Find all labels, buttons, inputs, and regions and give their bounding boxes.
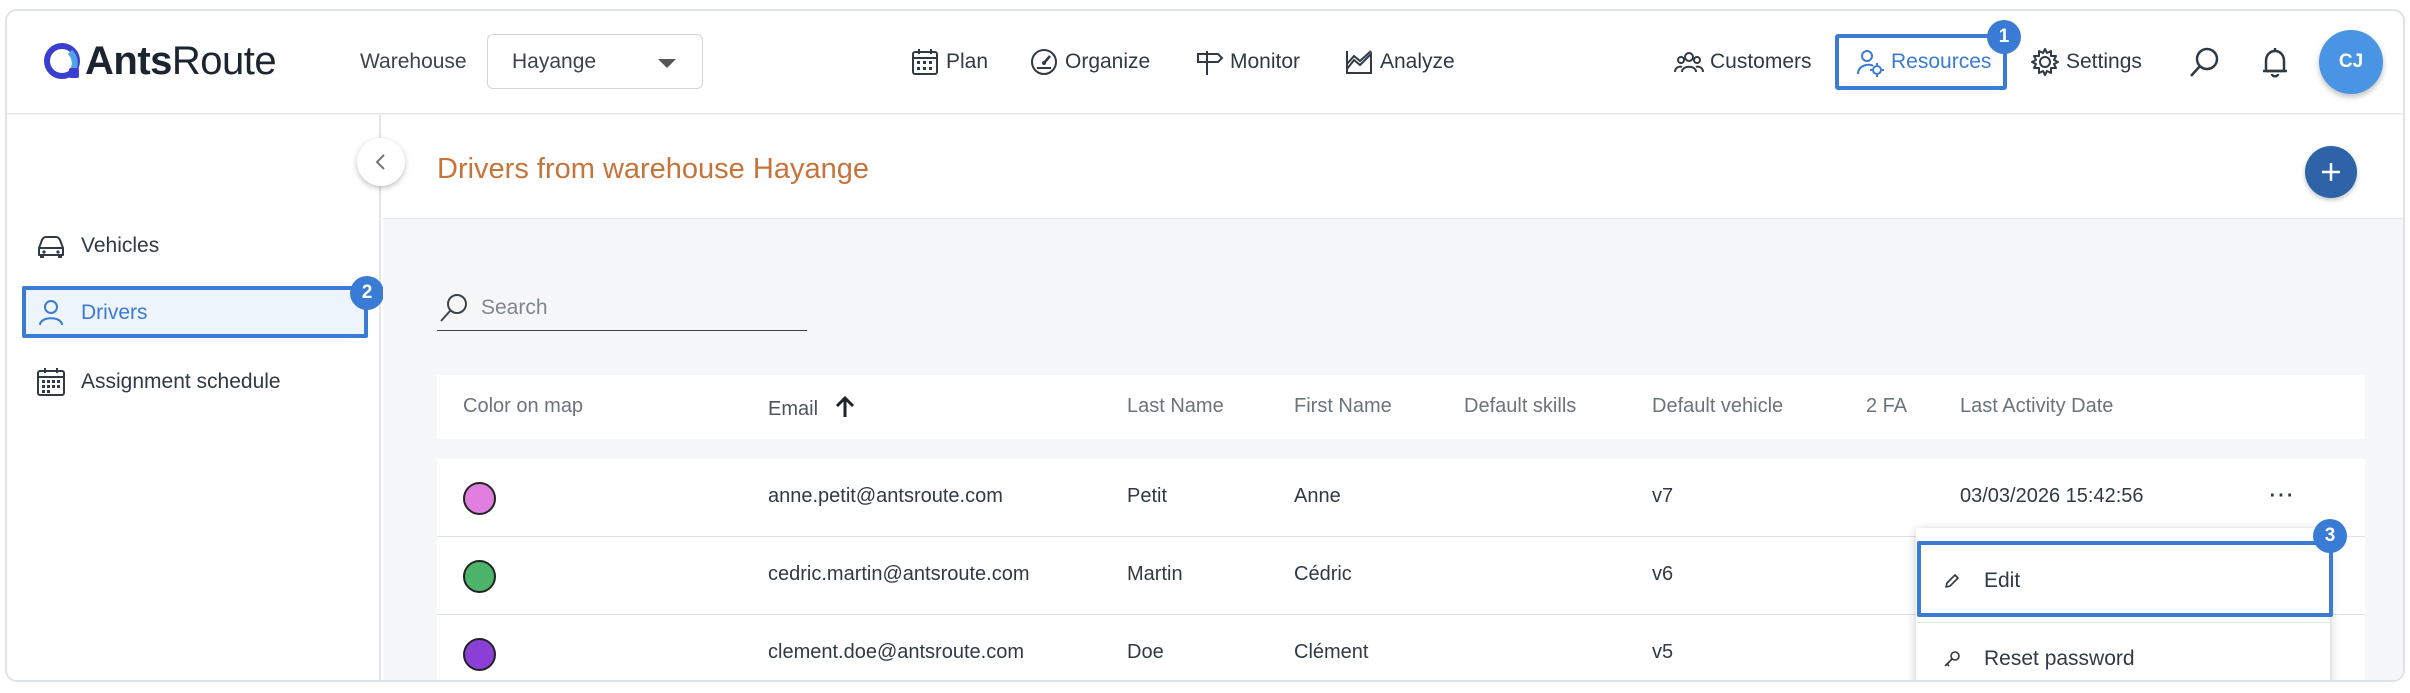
column-color-on-map[interactable]: Color on map xyxy=(463,395,583,418)
nav-analyze[interactable]: Analyze xyxy=(1344,37,1455,87)
sidebar-item-vehicles[interactable]: Vehicles xyxy=(35,223,159,269)
chart-area-icon xyxy=(1346,50,1372,74)
car-icon xyxy=(38,236,64,258)
sidebar-item-vehicles-label: Vehicles xyxy=(81,234,160,257)
column-last-activity-date[interactable]: Last Activity Date xyxy=(1960,395,2113,418)
nav-customers[interactable]: Customers xyxy=(1674,37,1812,87)
app-window: AntsRoute Warehouse Hayange Plan Organiz… xyxy=(5,9,2405,682)
signpost-icon xyxy=(1197,51,1224,75)
menu-item-reset-password-label: Reset password xyxy=(1984,646,2135,670)
nav-plan[interactable]: Plan xyxy=(910,37,988,87)
nav-settings-label: Settings xyxy=(2066,50,2142,73)
step-badge-3: 3 xyxy=(2313,519,2347,553)
column-last-name[interactable]: Last Name xyxy=(1127,395,1224,418)
collapse-sidebar-button[interactable] xyxy=(357,138,405,186)
cell-email: cedric.martin@antsroute.com xyxy=(768,563,1030,585)
users-icon xyxy=(1674,52,1704,73)
calendar-icon xyxy=(912,49,938,75)
warehouse-select[interactable]: Hayange xyxy=(487,34,703,89)
nav-plan-label: Plan xyxy=(946,50,989,73)
cell-last-activity: 03/03/2026 15:42:56 xyxy=(1960,485,2144,507)
antsroute-logo[interactable]: AntsRoute xyxy=(43,39,277,84)
table-spacer xyxy=(437,439,2365,459)
bell-icon[interactable] xyxy=(2257,45,2293,81)
more-options-icon[interactable]: ⋯ xyxy=(2268,479,2295,510)
plus-icon xyxy=(2322,163,2340,181)
cell-email: anne.petit@antsroute.com xyxy=(768,485,1003,507)
map-color-swatch xyxy=(463,560,496,593)
cell-last-name: Martin xyxy=(1127,563,1183,585)
gear-icon xyxy=(2031,48,2059,76)
nav-customers-label: Customers xyxy=(1710,50,1812,73)
sidebar-item-drivers-label: Drivers xyxy=(81,301,148,324)
cell-last-name: Doe xyxy=(1127,641,1164,663)
column-email-label: Email xyxy=(768,398,819,420)
sidebar-item-assignment-schedule[interactable]: Assignment schedule xyxy=(35,359,281,405)
column-default-skills[interactable]: Default skills xyxy=(1464,395,1576,418)
cell-first-name: Cédric xyxy=(1294,563,1352,585)
cell-default-vehicle: v5 xyxy=(1652,641,1674,663)
search-icon xyxy=(440,293,467,322)
search-input[interactable] xyxy=(481,295,781,320)
nav-organize[interactable]: Organize xyxy=(1029,37,1150,87)
page-header: Drivers from warehouse Hayange xyxy=(383,115,2403,219)
sidebar-item-drivers[interactable]: Drivers xyxy=(35,290,148,336)
table-row[interactable]: anne.petit@antsroute.com Petit Anne v7 0… xyxy=(437,459,2365,537)
arrow-up-icon xyxy=(835,395,854,417)
add-driver-button[interactable] xyxy=(2305,146,2357,198)
cell-first-name: Anne xyxy=(1294,485,1341,507)
warehouse-select-value: Hayange xyxy=(512,49,597,73)
chevron-left-icon xyxy=(375,154,385,170)
nav-analyze-label: Analyze xyxy=(1380,50,1455,73)
nav-settings[interactable]: Settings xyxy=(2030,37,2142,87)
speedometer-icon xyxy=(1031,49,1057,75)
map-color-swatch xyxy=(463,638,496,671)
logo-text: AntsRoute xyxy=(85,39,277,83)
search-field[interactable] xyxy=(437,285,807,331)
column-email[interactable]: Email xyxy=(768,395,856,421)
map-color-swatch xyxy=(463,482,496,515)
cell-last-name: Petit xyxy=(1127,485,1168,507)
warehouse-label: Warehouse xyxy=(360,50,467,73)
nav-monitor-label: Monitor xyxy=(1230,50,1301,73)
page-title: Drivers from warehouse Hayange xyxy=(437,153,869,185)
cell-default-vehicle: v6 xyxy=(1652,563,1674,585)
menu-item-reset-password[interactable]: Reset password xyxy=(1916,622,2330,680)
user-icon xyxy=(39,300,63,326)
top-navigation-bar: AntsRoute Warehouse Hayange Plan Organiz… xyxy=(7,11,2403,114)
nav-monitor[interactable]: Monitor xyxy=(1194,37,1300,87)
search-icon[interactable] xyxy=(2187,45,2223,81)
resources-highlight xyxy=(1835,34,2007,90)
sidebar-item-assignment-schedule-label: Assignment schedule xyxy=(81,370,281,393)
antsroute-logo-icon xyxy=(44,42,80,79)
column-default-vehicle[interactable]: Default vehicle xyxy=(1652,395,1783,418)
key-icon xyxy=(1944,650,1960,667)
edit-highlight xyxy=(1917,541,2333,617)
cell-first-name: Clément xyxy=(1294,641,1369,663)
cell-default-vehicle: v7 xyxy=(1652,485,1674,507)
calendar-grid-icon xyxy=(37,368,65,396)
step-badge-2: 2 xyxy=(350,276,384,310)
user-avatar[interactable]: CJ xyxy=(2319,30,2383,94)
column-first-name[interactable]: First Name xyxy=(1294,395,1392,418)
nav-organize-label: Organize xyxy=(1065,50,1151,73)
step-badge-1: 1 xyxy=(1987,20,2021,54)
chevron-down-icon xyxy=(658,59,676,68)
table-header: Color on map Email Last Name First Name … xyxy=(437,375,2365,439)
cell-email: clement.doe@antsroute.com xyxy=(768,641,1024,663)
column-2fa[interactable]: 2 FA xyxy=(1866,395,1907,418)
